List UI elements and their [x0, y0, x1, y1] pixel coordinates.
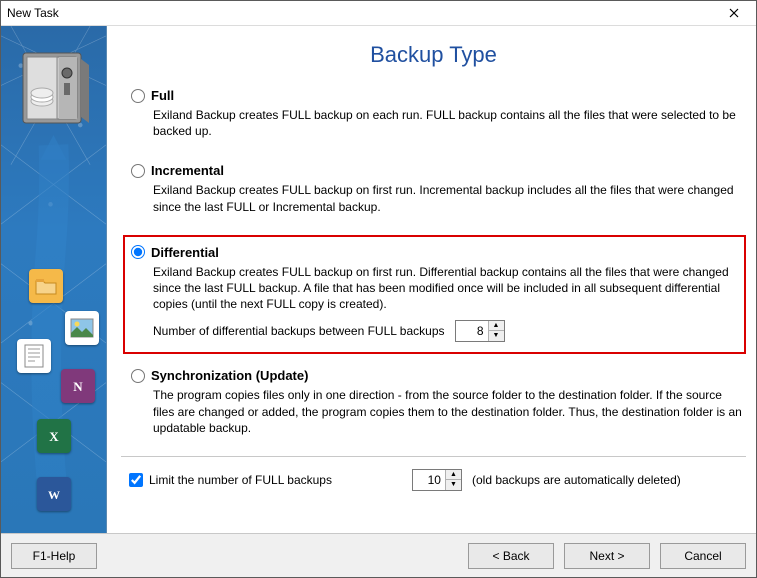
- svg-text:W: W: [48, 488, 60, 502]
- spinner-up-icon[interactable]: ▲: [446, 470, 461, 480]
- limit-full-text: Limit the number of FULL backups: [149, 473, 332, 487]
- spinner-down-icon[interactable]: ▼: [446, 480, 461, 490]
- radio-differential[interactable]: [131, 245, 145, 259]
- limit-full-checkbox[interactable]: [129, 473, 143, 487]
- option-incremental: Incremental Exiland Backup creates FULL …: [127, 159, 746, 218]
- option-full-desc: Exiland Backup creates FULL backup on ea…: [153, 107, 742, 139]
- excel-icon: X: [37, 419, 71, 453]
- svg-text:X: X: [49, 429, 59, 444]
- divider: [121, 456, 746, 457]
- footer: F1-Help < Back Next > Cancel: [1, 533, 756, 577]
- option-differential-head[interactable]: Differential: [131, 245, 738, 260]
- sidebar-illustration: N X W: [1, 26, 107, 533]
- spinner-up-icon[interactable]: ▲: [489, 321, 504, 331]
- limit-full-spinner[interactable]: ▲ ▼: [412, 469, 462, 491]
- option-sync-head[interactable]: Synchronization (Update): [131, 368, 742, 383]
- next-button[interactable]: Next >: [564, 543, 650, 569]
- option-full-head[interactable]: Full: [131, 88, 742, 103]
- differential-count-row: Number of differential backups between F…: [153, 320, 738, 342]
- limit-full-suffix: (old backups are automatically deleted): [472, 473, 681, 487]
- back-button[interactable]: < Back: [468, 543, 554, 569]
- option-sync-label: Synchronization (Update): [151, 368, 308, 383]
- spinner-down-icon[interactable]: ▼: [489, 331, 504, 341]
- option-full-label: Full: [151, 88, 174, 103]
- differential-count-label: Number of differential backups between F…: [153, 324, 445, 338]
- option-differential-label: Differential: [151, 245, 219, 260]
- limit-full-checkbox-label[interactable]: Limit the number of FULL backups: [129, 473, 332, 487]
- dialog-window: New Task: [0, 0, 757, 578]
- onenote-icon: N: [61, 369, 95, 403]
- option-incremental-label: Incremental: [151, 163, 224, 178]
- radio-incremental[interactable]: [131, 164, 145, 178]
- cancel-button[interactable]: Cancel: [660, 543, 746, 569]
- radio-full[interactable]: [131, 89, 145, 103]
- close-button[interactable]: [714, 2, 754, 24]
- main-panel: Backup Type Full Exiland Backup creates …: [107, 26, 756, 533]
- backup-type-options: Full Exiland Backup creates FULL backup …: [121, 80, 746, 533]
- option-full: Full Exiland Backup creates FULL backup …: [127, 84, 746, 143]
- document-icon: [17, 339, 51, 373]
- word-icon: W: [37, 477, 71, 511]
- sidebar-app-icons: N X W: [1, 263, 106, 533]
- option-sync: Synchronization (Update) The program cop…: [127, 364, 746, 440]
- close-icon: [729, 8, 739, 18]
- photo-icon: [65, 311, 99, 345]
- safe-icon: [21, 51, 91, 129]
- help-button[interactable]: F1-Help: [11, 543, 97, 569]
- option-incremental-head[interactable]: Incremental: [131, 163, 742, 178]
- option-incremental-desc: Exiland Backup creates FULL backup on fi…: [153, 182, 742, 214]
- option-differential: Differential Exiland Backup creates FULL…: [123, 235, 746, 355]
- folder-icon: [29, 269, 63, 303]
- differential-count-spinner[interactable]: ▲ ▼: [455, 320, 505, 342]
- option-differential-desc: Exiland Backup creates FULL backup on fi…: [153, 264, 738, 313]
- window-title: New Task: [7, 6, 714, 20]
- titlebar: New Task: [1, 1, 756, 26]
- limit-full-row: Limit the number of FULL backups ▲ ▼ (ol…: [121, 465, 746, 503]
- differential-count-input[interactable]: [456, 321, 488, 341]
- svg-text:N: N: [73, 379, 83, 394]
- option-sync-desc: The program copies files only in one dir…: [153, 387, 742, 436]
- page-title: Backup Type: [121, 42, 746, 68]
- radio-sync[interactable]: [131, 369, 145, 383]
- limit-full-input[interactable]: [413, 470, 445, 490]
- dialog-body: N X W Backup Type Full Exiland Backu: [1, 26, 756, 533]
